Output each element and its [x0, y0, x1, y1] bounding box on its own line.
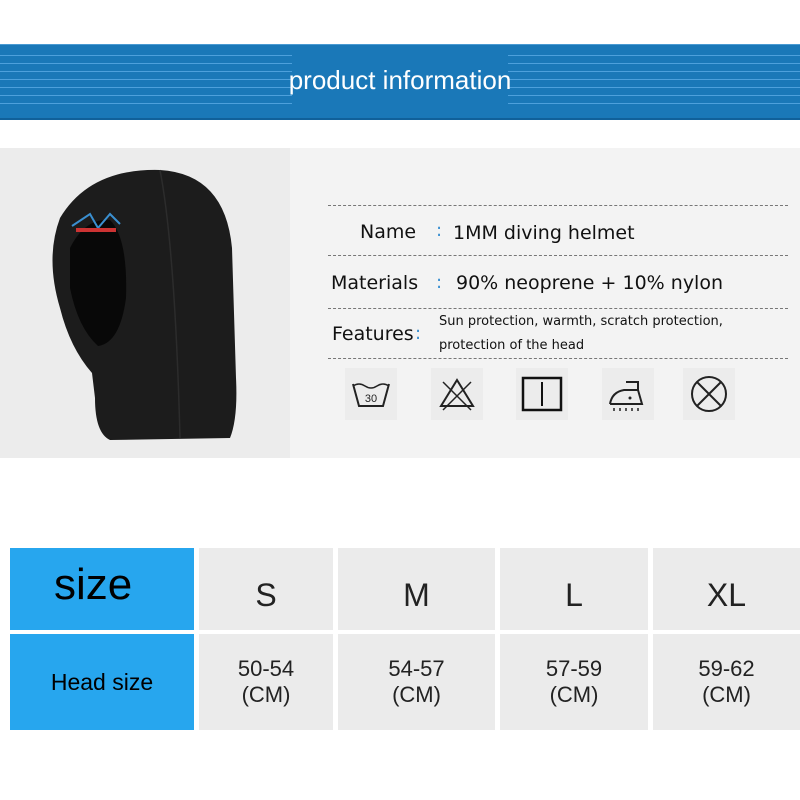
size-header-label: size: [10, 548, 194, 630]
features-label: Features: [332, 323, 414, 345]
product-info-panel: Name : 1MM diving helmet Materials : 90%…: [0, 148, 800, 458]
range: 59-62: [698, 656, 755, 681]
colon: :: [436, 272, 443, 293]
materials-value: 90% neoprene + 10% nylon: [456, 272, 724, 294]
unit: (CM): [392, 682, 441, 707]
size-l: L: [500, 548, 648, 630]
banner-title: product information: [288, 65, 512, 95]
head-size-xl: 59-62 (CM): [653, 634, 800, 730]
materials-label: Materials: [331, 272, 419, 294]
no-dry-clean-icon: [683, 368, 735, 420]
colon: :: [436, 220, 443, 241]
wash-30-icon: 30: [345, 368, 397, 420]
features-value-line2: protection of the head: [439, 338, 585, 353]
range: 50-54: [237, 656, 295, 681]
dry-flat-icon: [516, 368, 568, 420]
name-label: Name: [360, 221, 417, 243]
banner: product information: [0, 44, 800, 120]
range: 57-59: [545, 656, 603, 681]
head-size-m: 54-57 (CM): [338, 634, 495, 730]
no-bleach-icon: [431, 368, 483, 420]
head-size-l: 57-59 (CM): [500, 634, 648, 730]
head-size-label: Head size: [10, 634, 194, 730]
size-xl: XL: [653, 548, 800, 630]
iron-icon: [602, 368, 654, 420]
unit: (CM): [702, 682, 751, 707]
name-value: 1MM diving helmet: [453, 222, 635, 244]
colon: :: [415, 323, 422, 344]
unit: (CM): [241, 682, 291, 707]
wash-temperature: 30: [365, 393, 377, 405]
divider: [328, 255, 788, 256]
size-m: M: [338, 548, 495, 630]
unit: (CM): [549, 682, 599, 707]
range: 54-57: [388, 656, 445, 681]
divider: [328, 205, 788, 206]
head-size-s: 50-54 (CM): [199, 634, 333, 730]
features-value-line1: Sun protection, warmth, scratch protecti…: [439, 314, 723, 329]
divider: [328, 308, 788, 309]
size-s: S: [199, 548, 333, 630]
divider: [328, 358, 788, 359]
product-image: [0, 148, 290, 458]
